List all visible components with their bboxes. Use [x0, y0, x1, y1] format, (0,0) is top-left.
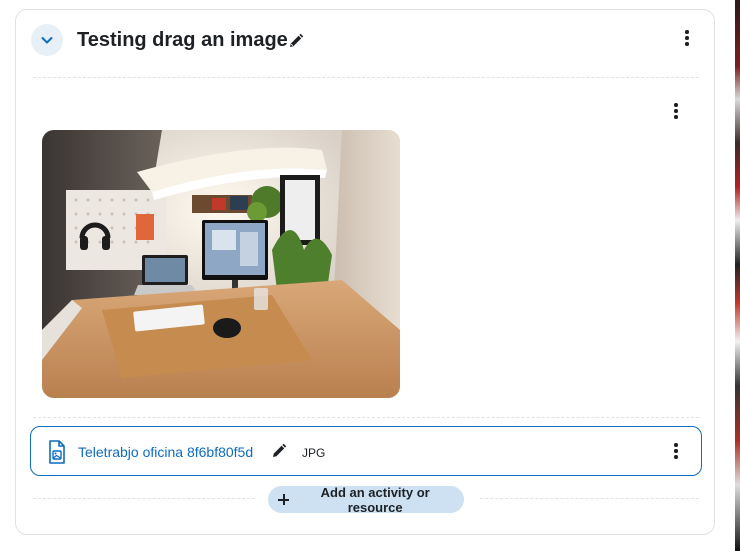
chevron-down-icon: [41, 37, 53, 44]
add-activity-label: Add an activity or resource: [320, 484, 430, 515]
add-activity-button[interactable]: Add an activity or resource: [268, 484, 464, 515]
file-resource-row[interactable]: Teletrabjo oficina 8f6bf80f5d JPG: [30, 426, 702, 476]
resource-link[interactable]: Teletrabjo oficina 8f6bf80f5d: [78, 444, 253, 460]
background-image-strip: [735, 0, 740, 551]
add-divider-right: [480, 498, 699, 499]
section-title[interactable]: Testing drag an image: [77, 27, 288, 53]
pencil-icon[interactable]: [288, 33, 304, 49]
resource-menu-button[interactable]: [666, 439, 686, 463]
block-divider: [33, 417, 699, 418]
section-collapse-button[interactable]: [31, 24, 63, 56]
desk-setup-image[interactable]: NO BAD DAYS: [42, 130, 400, 398]
desk-photo-illustration: NO BAD DAYS: [42, 130, 400, 398]
image-file-icon: [49, 440, 65, 464]
plus-icon: [278, 494, 290, 505]
image-block-menu-button[interactable]: [666, 99, 686, 123]
file-type-label: JPG: [302, 446, 326, 460]
add-divider-left: [33, 498, 255, 499]
section-divider: [33, 77, 699, 78]
section-menu-button[interactable]: [677, 26, 697, 50]
pencil-icon[interactable]: [271, 443, 287, 459]
